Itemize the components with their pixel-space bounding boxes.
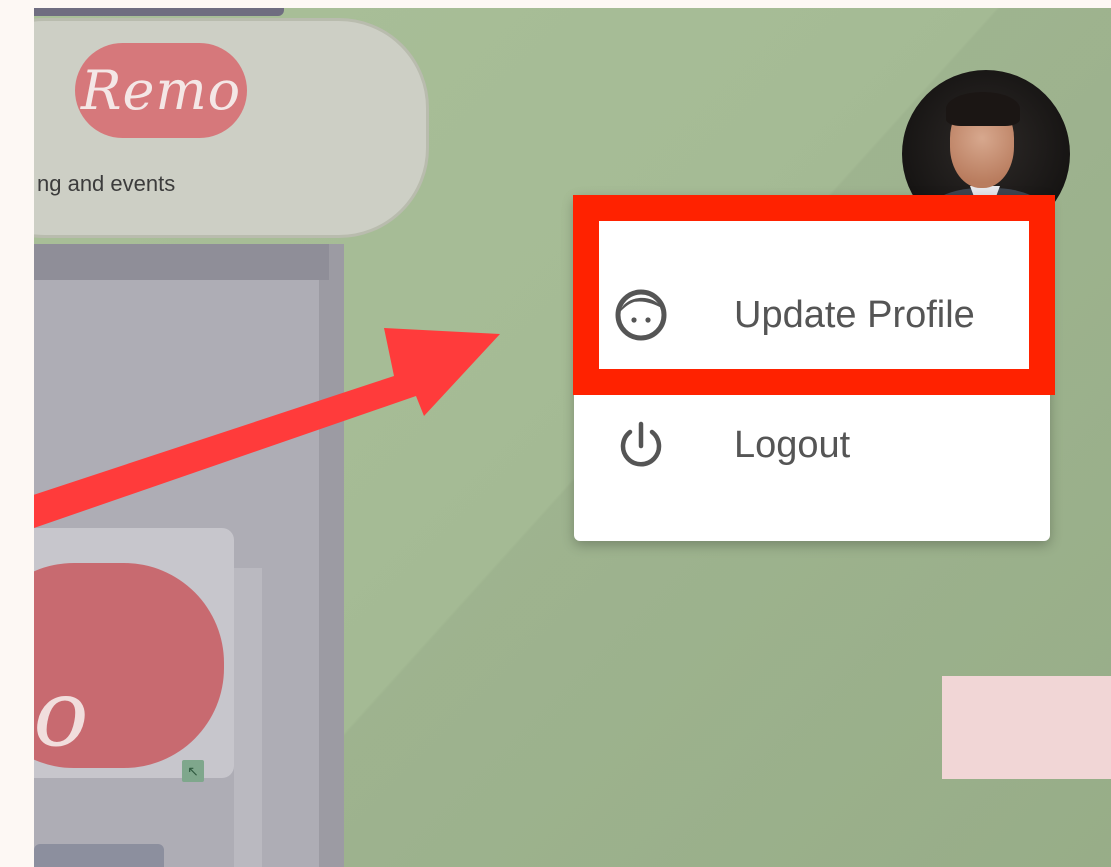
logo-tagline: ng and events bbox=[37, 171, 176, 196]
page-top-margin bbox=[0, 0, 1111, 8]
top-dark-edge bbox=[34, 8, 284, 16]
remo-preview-text: no bbox=[34, 660, 89, 767]
bottom-tab bbox=[34, 844, 164, 867]
remo-logo-text: Remo bbox=[80, 59, 242, 122]
menu-item-label: Logout bbox=[734, 423, 851, 466]
side-panel-edge bbox=[319, 244, 344, 867]
page-left-margin bbox=[0, 0, 34, 867]
profile-menu: Update Profile Logout bbox=[574, 195, 1050, 541]
menu-item-logout[interactable]: Logout bbox=[574, 395, 1050, 495]
preview-card-strip bbox=[234, 568, 262, 867]
face-icon bbox=[614, 288, 668, 342]
menu-item-update-profile[interactable]: Update Profile bbox=[574, 265, 1050, 365]
avatar-hair bbox=[946, 92, 1020, 126]
cursor-icon: ↖ bbox=[182, 760, 204, 782]
remo-logo: Remo bbox=[75, 43, 247, 138]
remo-preview-logo: no bbox=[34, 563, 224, 768]
app-canvas: Remo ng and events no ↖ bbox=[34, 8, 1111, 867]
power-icon bbox=[614, 418, 668, 472]
side-panel-header bbox=[34, 244, 329, 280]
logo-pill[interactable]: Remo ng and events bbox=[34, 18, 429, 238]
menu-item-label: Update Profile bbox=[734, 293, 975, 336]
pink-placeholder bbox=[942, 676, 1111, 779]
screenshot-stage: Remo ng and events no ↖ bbox=[0, 0, 1111, 867]
